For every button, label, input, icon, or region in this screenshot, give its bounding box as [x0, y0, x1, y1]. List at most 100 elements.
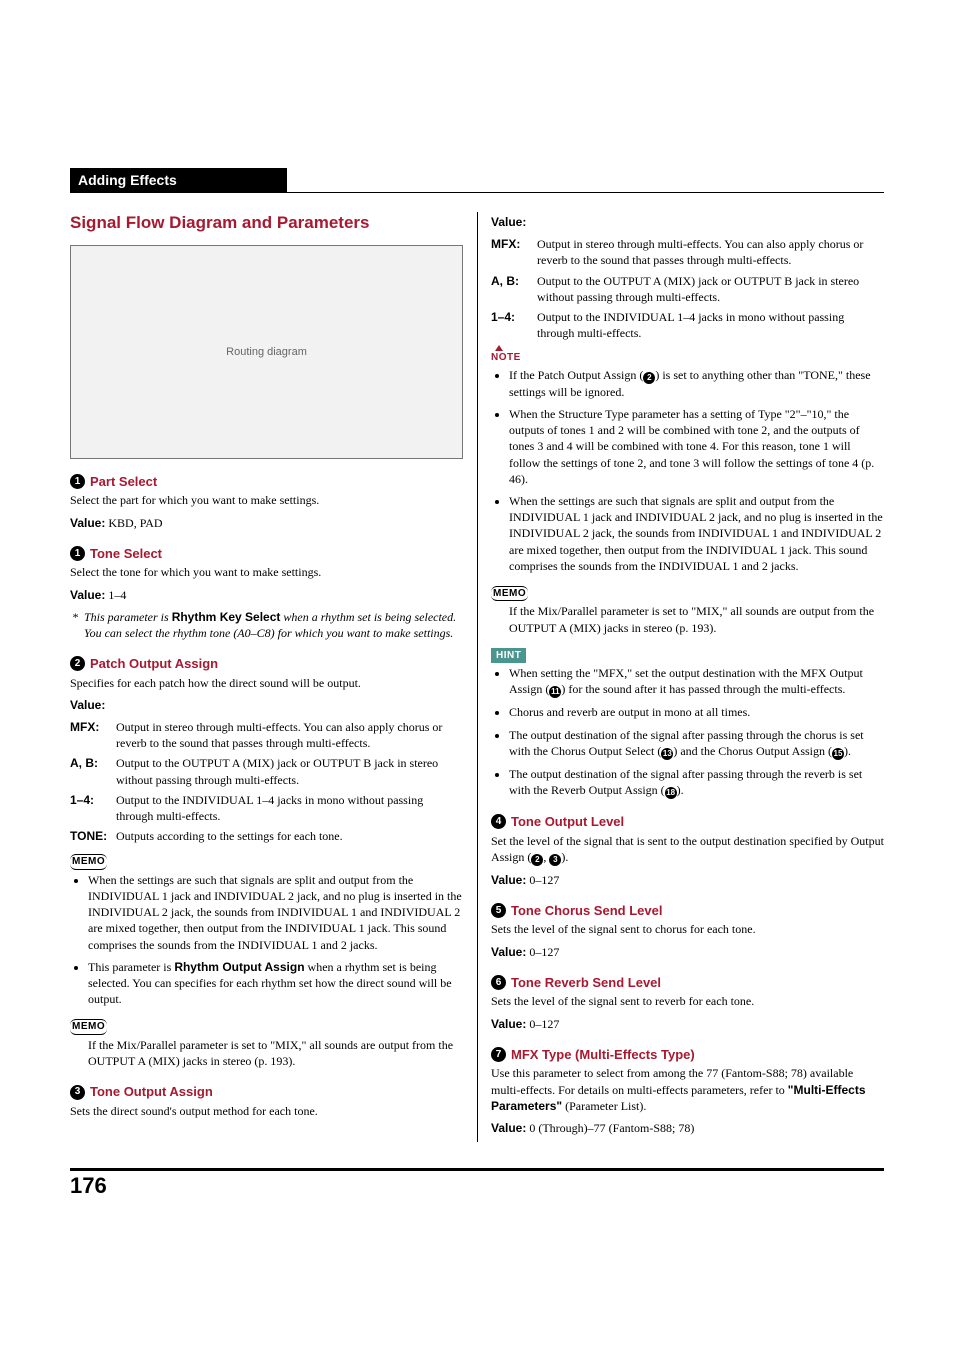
header-rule [70, 192, 884, 193]
list-item: If the Patch Output Assign (2) is set to… [509, 367, 884, 400]
value-label: Value: [491, 1121, 526, 1135]
dd: Output to the OUTPUT A (MIX) jack or OUT… [116, 755, 463, 787]
list-item: When the settings are such that signals … [509, 493, 884, 574]
list-item: When setting the "MFX," set the output d… [509, 665, 884, 698]
body-text: Sets the level of the signal sent to rev… [491, 993, 884, 1009]
heading-tone-output-assign: 3 Tone Output Assign [70, 1083, 463, 1101]
dt: MFX: [70, 719, 112, 751]
value-label: Value: [491, 873, 526, 887]
heading-tone-select: 1 Tone Select [70, 545, 463, 563]
dt: 1–4: [491, 309, 533, 341]
text: The output destination of the signal aft… [509, 767, 862, 797]
memo-list: When the settings are such that signals … [70, 872, 463, 1008]
text: ). [677, 783, 684, 797]
memo-label: MEMO [70, 1019, 107, 1035]
value-text: KBD, PAD [108, 516, 162, 530]
value-label: Value: [70, 588, 105, 602]
text: This parameter is [88, 960, 174, 974]
dt: 1–4: [70, 792, 112, 824]
value-text: 1–4 [108, 588, 126, 602]
value-label: Value: [70, 516, 105, 530]
value-line: Value: 0–127 [491, 944, 884, 960]
key-term: Rhythm Output Assign [174, 960, 304, 974]
chapter-title: Adding Effects [70, 168, 287, 192]
body-text: Set the level of the signal that is sent… [491, 833, 884, 866]
section-title: Signal Flow Diagram and Parameters [70, 212, 463, 235]
value-text: 0–127 [529, 1017, 559, 1031]
footnote-italic: This parameter is Rhythm Key Select when… [70, 609, 463, 641]
badge-icon: 7 [491, 1047, 506, 1062]
badge-icon: 11 [549, 686, 561, 698]
text: ). [844, 744, 851, 758]
dt: MFX: [491, 236, 533, 268]
badge-icon: 2 [70, 656, 85, 671]
badge-icon: 2 [531, 854, 543, 866]
body-text: Select the tone for which you want to ma… [70, 564, 463, 580]
footer-rule [70, 1168, 884, 1171]
left-column: Signal Flow Diagram and Parameters Routi… [70, 212, 463, 1142]
badge-icon: 6 [491, 975, 506, 990]
value-list: MFX: Output in stereo through multi-effe… [491, 236, 884, 341]
badge-icon: 18 [665, 787, 677, 799]
heading-text: Tone Reverb Send Level [511, 974, 661, 992]
body-text: Select the part for which you want to ma… [70, 492, 463, 508]
body-text: Sets the direct sound's output method fo… [70, 1103, 463, 1119]
heading-tone-chorus-send: 5 Tone Chorus Send Level [491, 902, 884, 920]
value-text: 0–127 [529, 873, 559, 887]
badge-icon: 4 [491, 814, 506, 829]
note-key: Rhythm Key Select [172, 610, 281, 624]
value-label: Value: [70, 697, 463, 713]
right-column: Value: MFX: Output in stereo through mul… [491, 212, 884, 1142]
value-line: Value: 1–4 [70, 587, 463, 603]
dd: Output to the OUTPUT A (MIX) jack or OUT… [537, 273, 884, 305]
text: ) and the Chorus Output Assign ( [673, 744, 832, 758]
badge-icon: 13 [661, 748, 673, 760]
dd: Output in stereo through multi-effects. … [116, 719, 463, 751]
hint-label: HINT [491, 648, 526, 664]
chapter-header: Adding Effects [70, 168, 884, 193]
heading-text: Tone Chorus Send Level [511, 902, 662, 920]
routing-diagram: Routing diagram [70, 245, 463, 459]
list-item: The output destination of the signal aft… [509, 727, 884, 760]
value-text: 0 (Through)–77 (Fantom-S88; 78) [529, 1121, 694, 1135]
dd: Output in stereo through multi-effects. … [537, 236, 884, 268]
dt: A, B: [70, 755, 112, 787]
value-line: Value: 0 (Through)–77 (Fantom-S88; 78) [491, 1120, 884, 1136]
heading-text: MFX Type (Multi-Effects Type) [511, 1046, 695, 1064]
body-text: Specifies for each patch how the direct … [70, 675, 463, 691]
memo-text: If the Mix/Parallel parameter is set to … [509, 603, 884, 635]
dd: Outputs according to the settings for ea… [116, 828, 463, 844]
badge-icon: 3 [70, 1085, 85, 1100]
heading-text: Patch Output Assign [90, 655, 218, 673]
hint-list: When setting the "MFX," set the output d… [491, 665, 884, 799]
memo-label: MEMO [70, 854, 107, 870]
heading-text: Tone Output Assign [90, 1083, 213, 1101]
dd: Output to the INDIVIDUAL 1–4 jacks in mo… [537, 309, 884, 341]
value-list: MFX: Output in stereo through multi-effe… [70, 719, 463, 844]
badge-icon: 3 [549, 854, 561, 866]
text: If the Patch Output Assign ( [509, 368, 643, 382]
heading-text: Tone Output Level [511, 813, 624, 831]
value-label: Value: [491, 1017, 526, 1031]
dd: Output to the INDIVIDUAL 1–4 jacks in mo… [116, 792, 463, 824]
value-line: Value: 0–127 [491, 1016, 884, 1032]
page-number: 176 [70, 1173, 884, 1199]
text: (Parameter List). [562, 1099, 646, 1113]
heading-tone-output-level: 4 Tone Output Level [491, 813, 884, 831]
dt: A, B: [491, 273, 533, 305]
list-item: This parameter is Rhythm Output Assign w… [88, 959, 463, 1008]
memo-label: MEMO [491, 586, 528, 602]
heading-mfx-type: 7 MFX Type (Multi-Effects Type) [491, 1046, 884, 1064]
value-line: Value: 0–127 [491, 872, 884, 888]
heading-tone-reverb-send: 6 Tone Reverb Send Level [491, 974, 884, 992]
list-item: When the settings are such that signals … [88, 872, 463, 953]
list-item: Chorus and reverb are output in mono at … [509, 704, 884, 720]
body-text: Use this parameter to select from among … [491, 1065, 884, 1114]
heading-text: Part Select [90, 473, 157, 491]
badge-icon: 1 [70, 546, 85, 561]
dt: TONE: [70, 828, 112, 844]
note-list: If the Patch Output Assign (2) is set to… [491, 367, 884, 574]
list-item: The output destination of the signal aft… [509, 766, 884, 799]
list-item: When the Structure Type parameter has a … [509, 406, 884, 487]
text: ). [561, 850, 568, 864]
